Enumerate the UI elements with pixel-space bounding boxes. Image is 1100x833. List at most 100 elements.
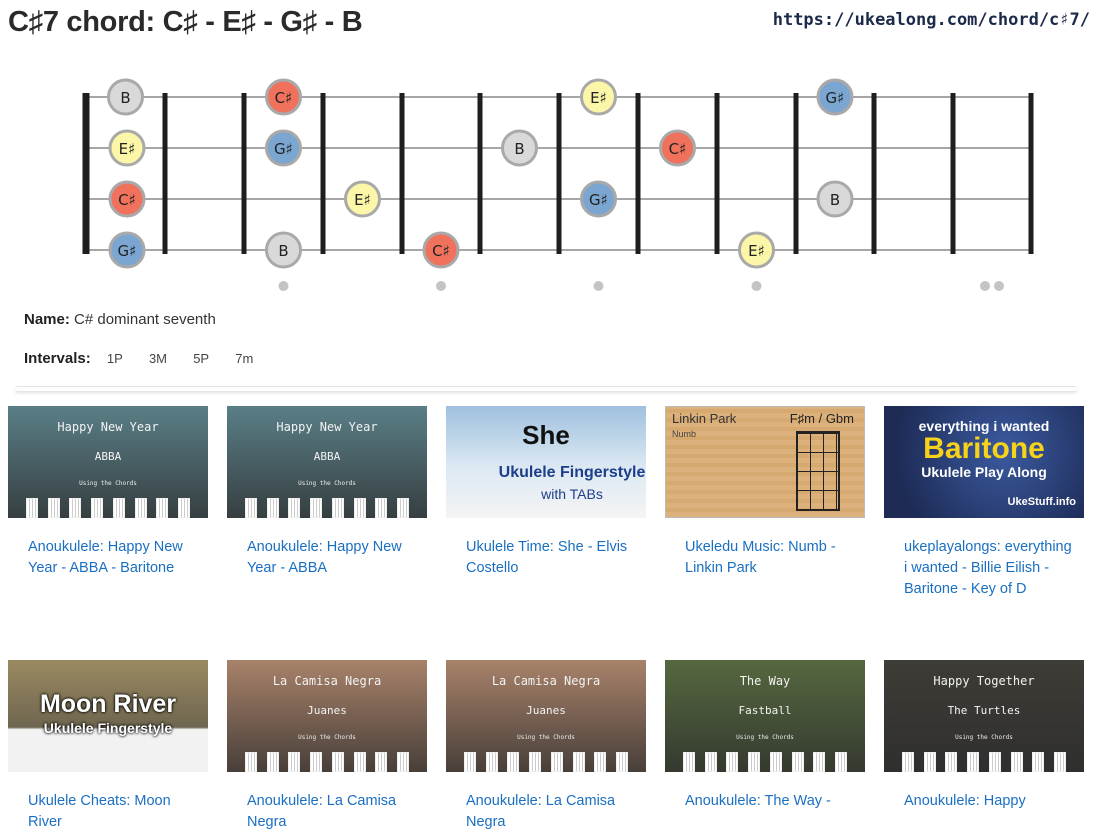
video-title-link[interactable]: Anoukulele: The Way - (665, 791, 865, 812)
video-title-link[interactable]: Anoukulele: La Camisa Negra (227, 791, 427, 833)
thumbnail-text: F♯m / Gbm (789, 411, 854, 426)
note-label: B (830, 191, 840, 209)
video-thumbnail[interactable]: The Way Fastball Using the Chords (665, 660, 865, 772)
thumbnail-text: with TABs (541, 486, 603, 502)
chord-diagram-thumb (47, 498, 60, 518)
video-card[interactable]: She Ukulele Fingerstyle with TABs Ukulele T… (446, 406, 646, 579)
thumbnail-text: Moon River (39, 690, 177, 718)
chord-diagram-thumb (331, 752, 344, 772)
chord-diagram-thumb (245, 498, 257, 518)
thumbnail-text: ABBA (94, 450, 122, 463)
chord-name-row: Name: C# dominant seventh (24, 311, 216, 328)
chord-diagram-strip (245, 752, 409, 772)
thumbnail-text: La Camisa Negra (491, 674, 601, 688)
chord-diagram-thumb (945, 752, 958, 772)
chord-diagram-thumb (310, 498, 323, 518)
chord-diagram-thumb (967, 752, 980, 772)
video-title-link[interactable]: Anoukulele: Happy New Year - ABBA (227, 537, 427, 579)
chord-diagram-thumb (923, 752, 936, 772)
note-label: G♯ (118, 242, 137, 260)
chord-diagram-thumb (288, 752, 301, 772)
note-label: C♯ (118, 191, 136, 209)
chord-diagram-thumb (375, 752, 388, 772)
chord-diagram-thumb (1010, 752, 1023, 772)
chord-diagram-thumb (69, 498, 82, 518)
note-label: C♯ (669, 140, 687, 158)
thumbnail-text: Linkin Park (672, 411, 737, 426)
intervals-row: Intervals: 1P 3M 5P 7m (24, 350, 253, 367)
chord-diagram-thumb (464, 752, 476, 772)
chord-diagram-thumb (1053, 752, 1066, 772)
video-card[interactable]: Happy New Year ABBA Using the Chords Anouku… (227, 406, 427, 579)
note-label: E♯ (748, 242, 765, 260)
video-thumbnail[interactable]: Happy New Year ABBA Using the Chords (227, 406, 427, 518)
video-thumbnail[interactable]: Happy Together The Turtles Using the Chord… (884, 660, 1084, 772)
chord-diagram-thumb (791, 752, 804, 772)
inlay-dot (436, 281, 446, 291)
chord-diagram-strip (902, 752, 1066, 772)
page-title: C♯7 chord: C♯ - E♯ - G♯ - B (8, 6, 363, 38)
video-thumbnail[interactable]: Happy New Year ABBA Using the Chords (8, 406, 208, 518)
thumbnail-text: Juanes (526, 704, 566, 717)
video-card[interactable]: Happy New Year ABBA Using the Chords Anouku… (8, 406, 208, 579)
chord-diagram-thumb (507, 752, 520, 772)
note-label: C♯ (432, 242, 450, 260)
video-title-link[interactable]: Ukeledu Music: Numb - Linkin Park (665, 537, 865, 579)
video-card[interactable]: The Way Fastball Using the Chords Anoukulel… (665, 660, 865, 812)
thumbnail-text: Using the Chords (298, 480, 356, 487)
chord-diagram-thumb (748, 752, 761, 772)
video-thumbnail[interactable]: She Ukulele Fingerstyle with TABs (446, 406, 646, 518)
chord-diagram-strip (683, 752, 847, 772)
chord-diagram-thumb (615, 752, 628, 772)
chord-diagram-thumb (594, 752, 607, 772)
video-thumbnail[interactable]: Linkin Park F♯m / Gbm Numb (665, 406, 865, 518)
chord-name-label: Name: (24, 311, 70, 328)
chord-diagram-thumb (726, 752, 739, 772)
chord-diagram-thumb (550, 752, 563, 772)
video-title-link[interactable]: Ukulele Time: She - Elvis Costello (446, 537, 646, 579)
chord-diagram-thumb (91, 498, 104, 518)
video-thumbnail[interactable]: everything i wanted Baritone Ukulele Play … (884, 406, 1084, 518)
video-title-link[interactable]: Anoukulele: Happy New Year - ABBA - Bari… (8, 537, 208, 579)
page-url-link[interactable]: https://ukealong.com/chord/c♯7/ (773, 10, 1090, 30)
video-thumbnail[interactable]: La Camisa Negra Juanes Using the Chords (227, 660, 427, 772)
chord-diagram-strip (26, 498, 190, 518)
chord-diagram-thumb (1032, 752, 1045, 772)
chord-diagram-thumb (266, 498, 279, 518)
thumbnail-text: Ukulele Fingerstyle (498, 464, 646, 481)
chord-diagram-thumb (375, 498, 388, 518)
chord-diagram-strip (245, 498, 409, 518)
thumbnail-text: Baritone (923, 432, 1045, 465)
video-card[interactable]: La Camisa Negra Juanes Using the Chords Ano… (446, 660, 646, 833)
note-label: G♯ (826, 89, 845, 107)
chord-diagram-thumb (353, 498, 366, 518)
note-label: G♯ (274, 140, 293, 158)
video-card[interactable]: Linkin Park F♯m / Gbm Numb Ukeledu Music: N… (665, 406, 865, 579)
video-card[interactable]: Happy Together The Turtles Using the Chord… (884, 660, 1084, 812)
thumbnail-text: Numb (672, 429, 697, 439)
video-title-link[interactable]: Anoukulele: Happy (884, 791, 1084, 812)
interval-item: 3M (148, 351, 168, 366)
thumbnail-text: UkeStuff.info (1007, 496, 1076, 508)
interval-item: 7m (235, 351, 254, 366)
chord-diagram-thumb (834, 752, 847, 772)
chord-name-value: C# dominant seventh (74, 311, 216, 328)
chord-diagram-thumb (683, 752, 695, 772)
chord-grid-graphic (796, 431, 840, 511)
chord-diagram-thumb (156, 498, 169, 518)
chord-diagram-thumb (266, 752, 279, 772)
video-card[interactable]: everything i wanted Baritone Ukulele Play … (884, 406, 1084, 600)
video-title-link[interactable]: Ukulele Cheats: Moon River (8, 791, 208, 833)
video-title-link[interactable]: Anoukulele: La Camisa Negra (446, 791, 646, 833)
video-thumbnail[interactable]: Moon River Ukulele Fingerstyle (8, 660, 208, 772)
video-thumbnail[interactable]: La Camisa Negra Juanes Using the Chords (446, 660, 646, 772)
video-title-link[interactable]: ukeplayalongs: everything i wanted - Bil… (884, 537, 1084, 600)
chord-diagram-thumb (769, 752, 782, 772)
video-card[interactable]: Moon River Ukulele Fingerstyle Ukulele Che… (8, 660, 208, 833)
chord-diagram-thumb (396, 752, 409, 772)
chord-diagram-thumb (902, 752, 914, 772)
video-card[interactable]: La Camisa Negra Juanes Using the Chords Ano… (227, 660, 427, 833)
chord-diagram-thumb (26, 498, 38, 518)
chord-diagram-thumb (572, 752, 585, 772)
thumbnail-text: The Way (739, 674, 791, 688)
